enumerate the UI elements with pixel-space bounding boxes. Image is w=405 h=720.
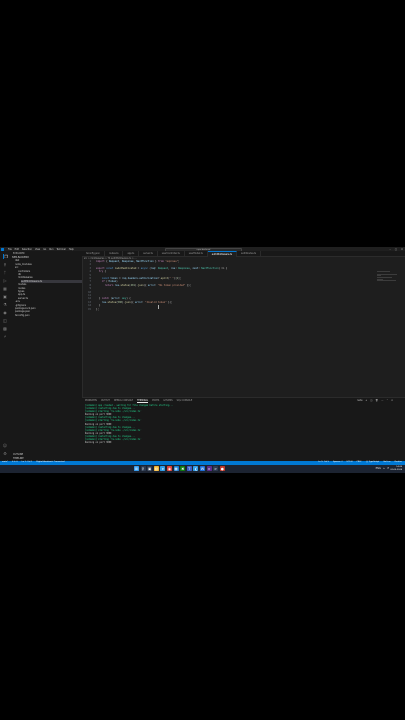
code-editor[interactable]: 1 import { Request, Response, NextFunctio…	[82, 259, 405, 397]
editor-tab[interactable]: userController.ts	[158, 251, 185, 256]
panel-tab-ports[interactable]: PORTS	[152, 399, 159, 403]
taskbar-search-icon[interactable]: ⚲	[140, 466, 146, 472]
task-view-icon[interactable]: ▣	[147, 466, 153, 472]
windows-taskbar: ⊞ ⚲ ▣ ▧ e ◉ ▦ ✖ T ❮ W ∞ > ● ENG ≈ ♬ 14:2…	[0, 464, 405, 473]
extensions-icon[interactable]: ▦	[3, 286, 8, 291]
wifi-icon[interactable]: ≈	[383, 467, 385, 470]
panel-tab-sql-console[interactable]: SQL CONSOLE	[177, 399, 193, 403]
thunder-client-icon[interactable]: ⚡	[3, 334, 8, 339]
trash-icon[interactable]: 🗑	[375, 399, 378, 402]
vscode-window: File Edit Selection View Go Run Terminal Help n…	[0, 247, 405, 473]
code-text: import { Request, Response, NextFunction…	[96, 260, 180, 263]
maximize-panel-icon[interactable]: ⌃	[386, 399, 388, 402]
panel-tabs: PROBLEMS OUTPUT DEBUG CONSOLE TERMINAL PORTS…	[85, 399, 192, 403]
panel-tab-terminal[interactable]: TERMINAL	[137, 399, 149, 403]
panel-tab-problems[interactable]: PROBLEMS	[85, 399, 97, 403]
teams-icon[interactable]: T	[186, 466, 192, 472]
docker-icon[interactable]: ▩	[3, 326, 8, 331]
tree-item[interactable]: tsconfig.json	[15, 314, 82, 317]
taskbar-apps: ⊞ ⚲ ▣ ▧ e ◉ ▦ ✖ T ❮ W ∞ > ●	[134, 466, 225, 472]
account-icon[interactable]: ☺	[3, 443, 8, 448]
editor-tab[interactable]: routes.ts	[105, 251, 124, 256]
clock-date: 02-05-2024	[390, 468, 402, 471]
edge-browser-icon[interactable]: e	[160, 466, 166, 472]
editor-tab[interactable]: authMiddleware.ts	[207, 251, 238, 257]
start-menu-icon[interactable]: ⊞	[134, 466, 139, 472]
recorder-icon[interactable]: ●	[219, 466, 225, 472]
store-icon[interactable]: ▦	[173, 466, 179, 472]
add-terminal-icon[interactable]: +	[365, 399, 367, 402]
taskbar-clock[interactable]: 14:26 02-05-2024	[390, 466, 402, 472]
bottom-panel: PROBLEMS OUTPUT DEBUG CONSOLE TERMINAL PORTS…	[82, 397, 405, 462]
xbox-icon[interactable]: ✖	[180, 466, 186, 472]
split-terminal-icon[interactable]: ◫	[370, 399, 372, 402]
editor-tab[interactable]: userModel.ts	[185, 251, 208, 256]
close-panel-icon[interactable]: ✕	[391, 399, 393, 402]
code-text: res.status(500).json({ error: "Invalid t…	[101, 300, 173, 304]
word-icon[interactable]: W	[199, 466, 205, 472]
terminal-output[interactable]: [nodemon] app crashed - waiting for file…	[85, 404, 385, 444]
code-text: return res.status(401).json({ error: "No…	[104, 283, 192, 287]
vscode-taskbar-icon[interactable]: ❮	[193, 466, 199, 472]
panel-tab-gitlens[interactable]: GITLENS	[163, 399, 172, 403]
source-control-icon[interactable]: ᛉ	[3, 270, 8, 275]
chrome-icon[interactable]: ◉	[166, 466, 172, 472]
settings-gear-icon[interactable]: ⚙	[3, 451, 8, 456]
code-text: try {	[98, 270, 107, 274]
panel-tab-debug-console[interactable]: DEBUG CONSOLE	[114, 399, 133, 403]
explorer-sidebar: EXPLORER NPM-BACKEND dist node_modules src c…	[10, 251, 83, 461]
system-tray: ENG ≈ ♬	[376, 467, 389, 470]
code-text: export const isAuthenticated = async (re…	[96, 266, 228, 270]
testing-icon[interactable]: ⚗	[3, 302, 8, 307]
database-icon[interactable]: ◫	[3, 318, 8, 323]
explorer-icon[interactable]: ❐	[2, 254, 9, 259]
file-explorer-icon[interactable]: ▧	[153, 466, 159, 472]
timeline-section[interactable]: TIMELINE	[13, 457, 24, 460]
volume-icon[interactable]: ♬	[387, 467, 389, 470]
terminal-shell-label[interactable]: node	[357, 399, 362, 402]
terminal-line: Running on port 3000	[85, 441, 112, 445]
language-indicator[interactable]: ENG	[376, 467, 381, 470]
run-debug-icon[interactable]: ▷	[3, 278, 8, 283]
panel-actions: node + ◫ 🗑 ⋯ ⌃ ✕	[357, 399, 393, 402]
minimap[interactable]	[377, 271, 399, 285]
editor-tab[interactable]: tsconfig.json	[82, 251, 105, 256]
editor-tab[interactable]: app.ts	[123, 251, 140, 256]
more-actions-icon[interactable]: ⋯	[381, 399, 383, 402]
visual-studio-icon[interactable]: ∞	[206, 466, 212, 472]
editor-tab[interactable]: server.ts	[139, 251, 158, 256]
line-number: 15	[88, 307, 91, 311]
panel-tab-output[interactable]: OUTPUT	[101, 399, 110, 403]
gitlens-icon[interactable]: ◉	[3, 310, 8, 315]
terminal-app-icon[interactable]: >	[213, 466, 219, 472]
search-icon[interactable]: ⚲	[3, 262, 8, 267]
remote-explorer-icon[interactable]: ▣	[3, 294, 8, 299]
code-text: };	[96, 307, 99, 311]
text-cursor	[158, 305, 159, 309]
editor-tab[interactable]: authRoutes.ts	[237, 251, 262, 256]
